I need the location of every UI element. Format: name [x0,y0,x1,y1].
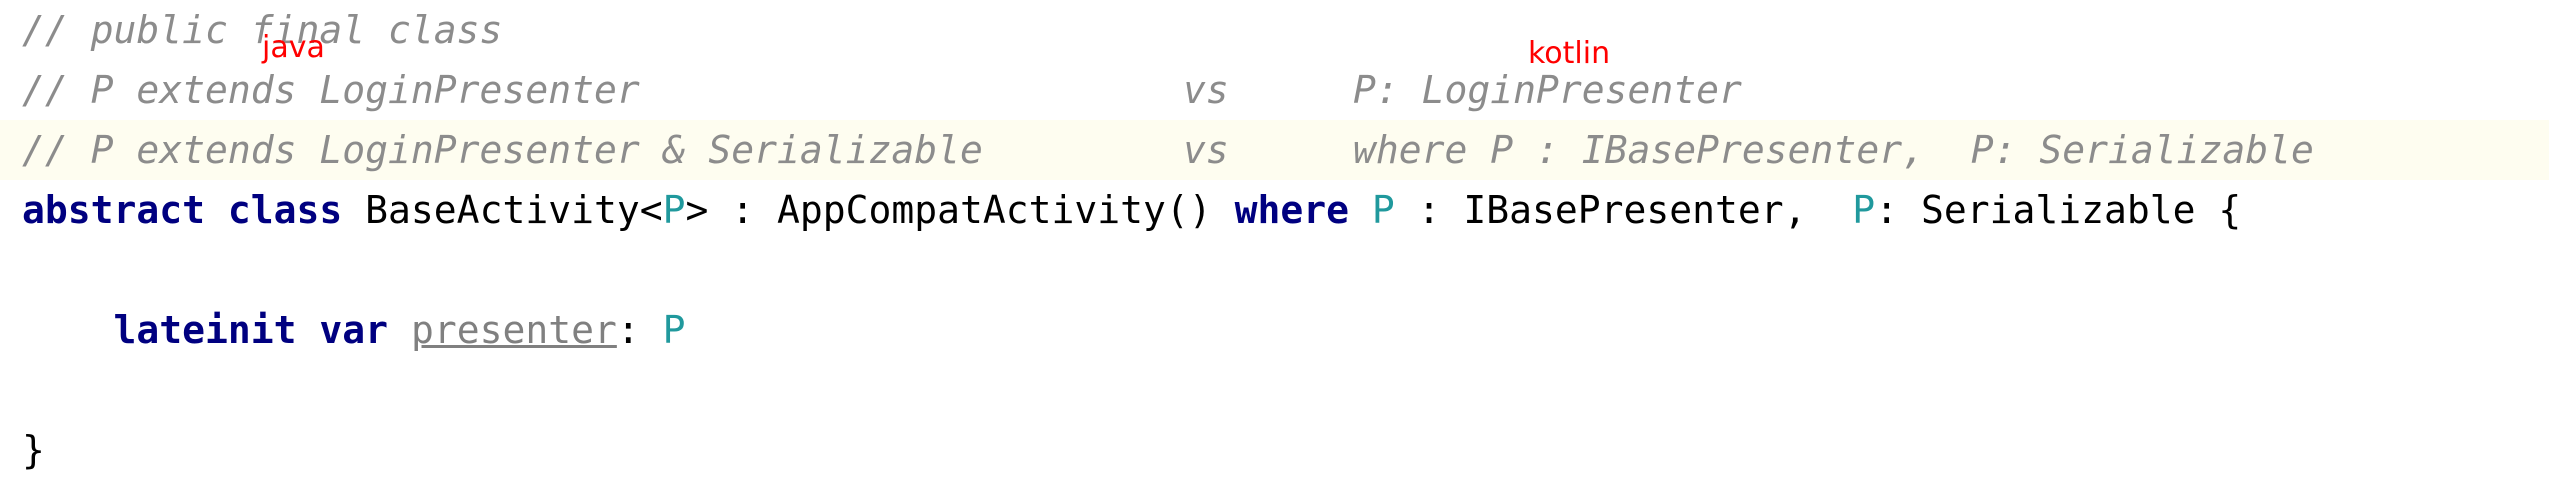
property-presenter[interactable]: presenter [411,308,617,352]
code-line-7-empty [0,360,2549,420]
code-line-3-current: // P extends LoginPresenter & Serializab… [0,120,2549,180]
keyword-where: where [1234,188,1349,232]
type-param-p: P [662,188,686,232]
bound-serializable: : Serializable { [1875,188,2242,232]
type-param-p-bound-2: P [1852,188,1876,232]
code-editor[interactable]: // public final class // P extends Login… [0,0,2549,480]
comment-java-extends: // P extends LoginPresenter [22,68,640,112]
comment-vs-2: vs [1183,128,1229,172]
comment-kotlin-where: where P : IBasePresenter, P: Serializabl… [1353,128,2314,172]
code-line-2: // P extends LoginPresenter vs P: LoginP… [0,60,2549,120]
supertype: > : AppCompatActivity() [685,188,1235,232]
type-param-p-ref: P [662,308,686,352]
type-param-p-bound-1: P [1371,188,1395,232]
class-name: BaseActivity< [342,188,663,232]
annotation-kotlin: kotlin [1528,36,1611,71]
code-line-1: // public final class [0,0,2549,60]
bound-ibasepresenter: : IBasePresenter, [1394,188,1853,232]
property-declaration: lateinit var presenter: P [22,300,686,360]
class-declaration: abstract class BaseActivity<P> : AppComp… [22,180,2241,240]
code-line-8: } [0,420,2549,480]
code-line-4: abstract class BaseActivity<P> : AppComp… [0,180,2549,240]
code-line-6: lateinit var presenter: P [0,300,2549,360]
keyword-abstract-class: abstract class [22,188,343,232]
annotation-java: java [262,30,325,65]
keyword-lateinit-var: lateinit var [113,308,389,352]
comment-java-multi-bound: // P extends LoginPresenter & Serializab… [22,128,983,172]
closing-brace: } [22,428,45,472]
code-line-5-empty [0,240,2549,300]
comment-vs-1: vs [1183,68,1229,112]
colon: : [616,308,663,352]
